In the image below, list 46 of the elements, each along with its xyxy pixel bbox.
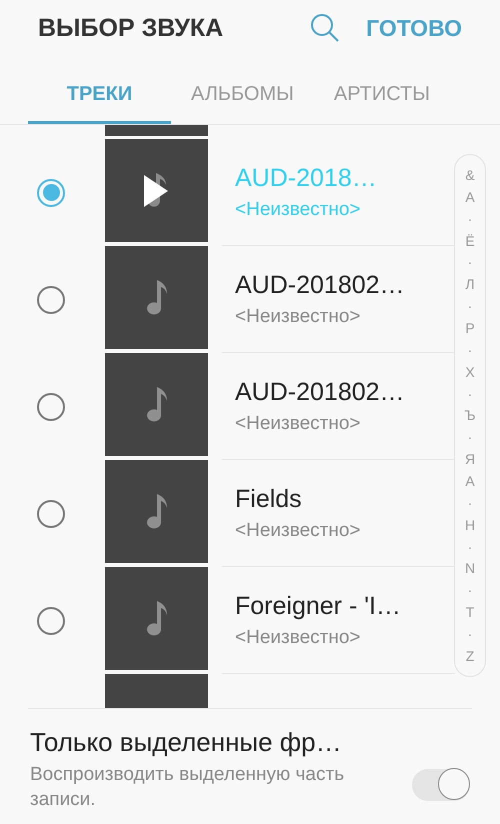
index-letter[interactable]: T (466, 604, 474, 620)
track-artist: <Неизвестно> (235, 626, 362, 648)
index-letter[interactable]: A (465, 473, 475, 490)
index-letter[interactable]: H (464, 516, 476, 533)
track-title: AUD-201802… (235, 270, 406, 300)
track-artist: <Неизвестно> (235, 198, 362, 220)
index-letter[interactable]: Ъ (464, 407, 476, 424)
track-title: AUD-2018… (235, 164, 378, 192)
screen-title: ВЫБОР ЗВУКА (38, 14, 224, 42)
track-title: Foreigner - 'I… (235, 592, 402, 620)
index-letter[interactable]: Р (465, 320, 475, 336)
index-letter[interactable]: Z (466, 648, 474, 664)
index-scrollbar[interactable]: & А · Ё · Л · Р · Х · Ъ · Я A · H · N · T · Z (454, 154, 486, 677)
index-letter[interactable]: · (468, 210, 472, 227)
option-title: Только выделенные фр… (30, 727, 343, 758)
tab[interactable]: АЛЬБОМЫ (171, 56, 314, 124)
track-title: AUD-201802… (235, 378, 406, 406)
track-artist: <Неизвестно> (235, 520, 362, 542)
track-artist: <Неизвестно> (235, 412, 362, 434)
search-icon[interactable] (310, 13, 340, 43)
index-letter[interactable]: N (464, 560, 476, 576)
option-description: Воспроизводить выделенную часть записи. (30, 763, 346, 812)
index-letter[interactable]: · (468, 298, 472, 314)
index-letter[interactable]: Я (464, 451, 476, 468)
index-letter[interactable]: Л (465, 276, 475, 292)
radio-button[interactable] (37, 178, 65, 206)
index-letter[interactable]: Ё (465, 232, 475, 249)
index-letter[interactable]: · (468, 494, 472, 511)
tab[interactable]: АРТИСТЫ (314, 56, 450, 124)
index-letter[interactable]: · (468, 342, 472, 358)
index-letter[interactable]: · (468, 538, 472, 555)
index-letter[interactable]: & (465, 167, 475, 183)
index-letter[interactable]: · (468, 626, 472, 642)
index-letter[interactable]: · (468, 254, 472, 270)
track-artist: <Неизвестно> (235, 306, 362, 328)
radio-button[interactable] (37, 286, 65, 314)
done-button[interactable]: ГОТОВО (366, 14, 462, 42)
radio-button[interactable] (37, 500, 65, 528)
index-letter[interactable]: · (468, 582, 472, 598)
radio-button[interactable] (37, 392, 65, 420)
radio-button[interactable] (37, 606, 65, 634)
index-letter[interactable]: Х (465, 364, 475, 380)
index-letter[interactable]: · (468, 386, 472, 402)
track-title: Fields (235, 484, 303, 514)
index-letter[interactable]: А (465, 188, 475, 205)
index-letter[interactable]: · (468, 429, 472, 446)
